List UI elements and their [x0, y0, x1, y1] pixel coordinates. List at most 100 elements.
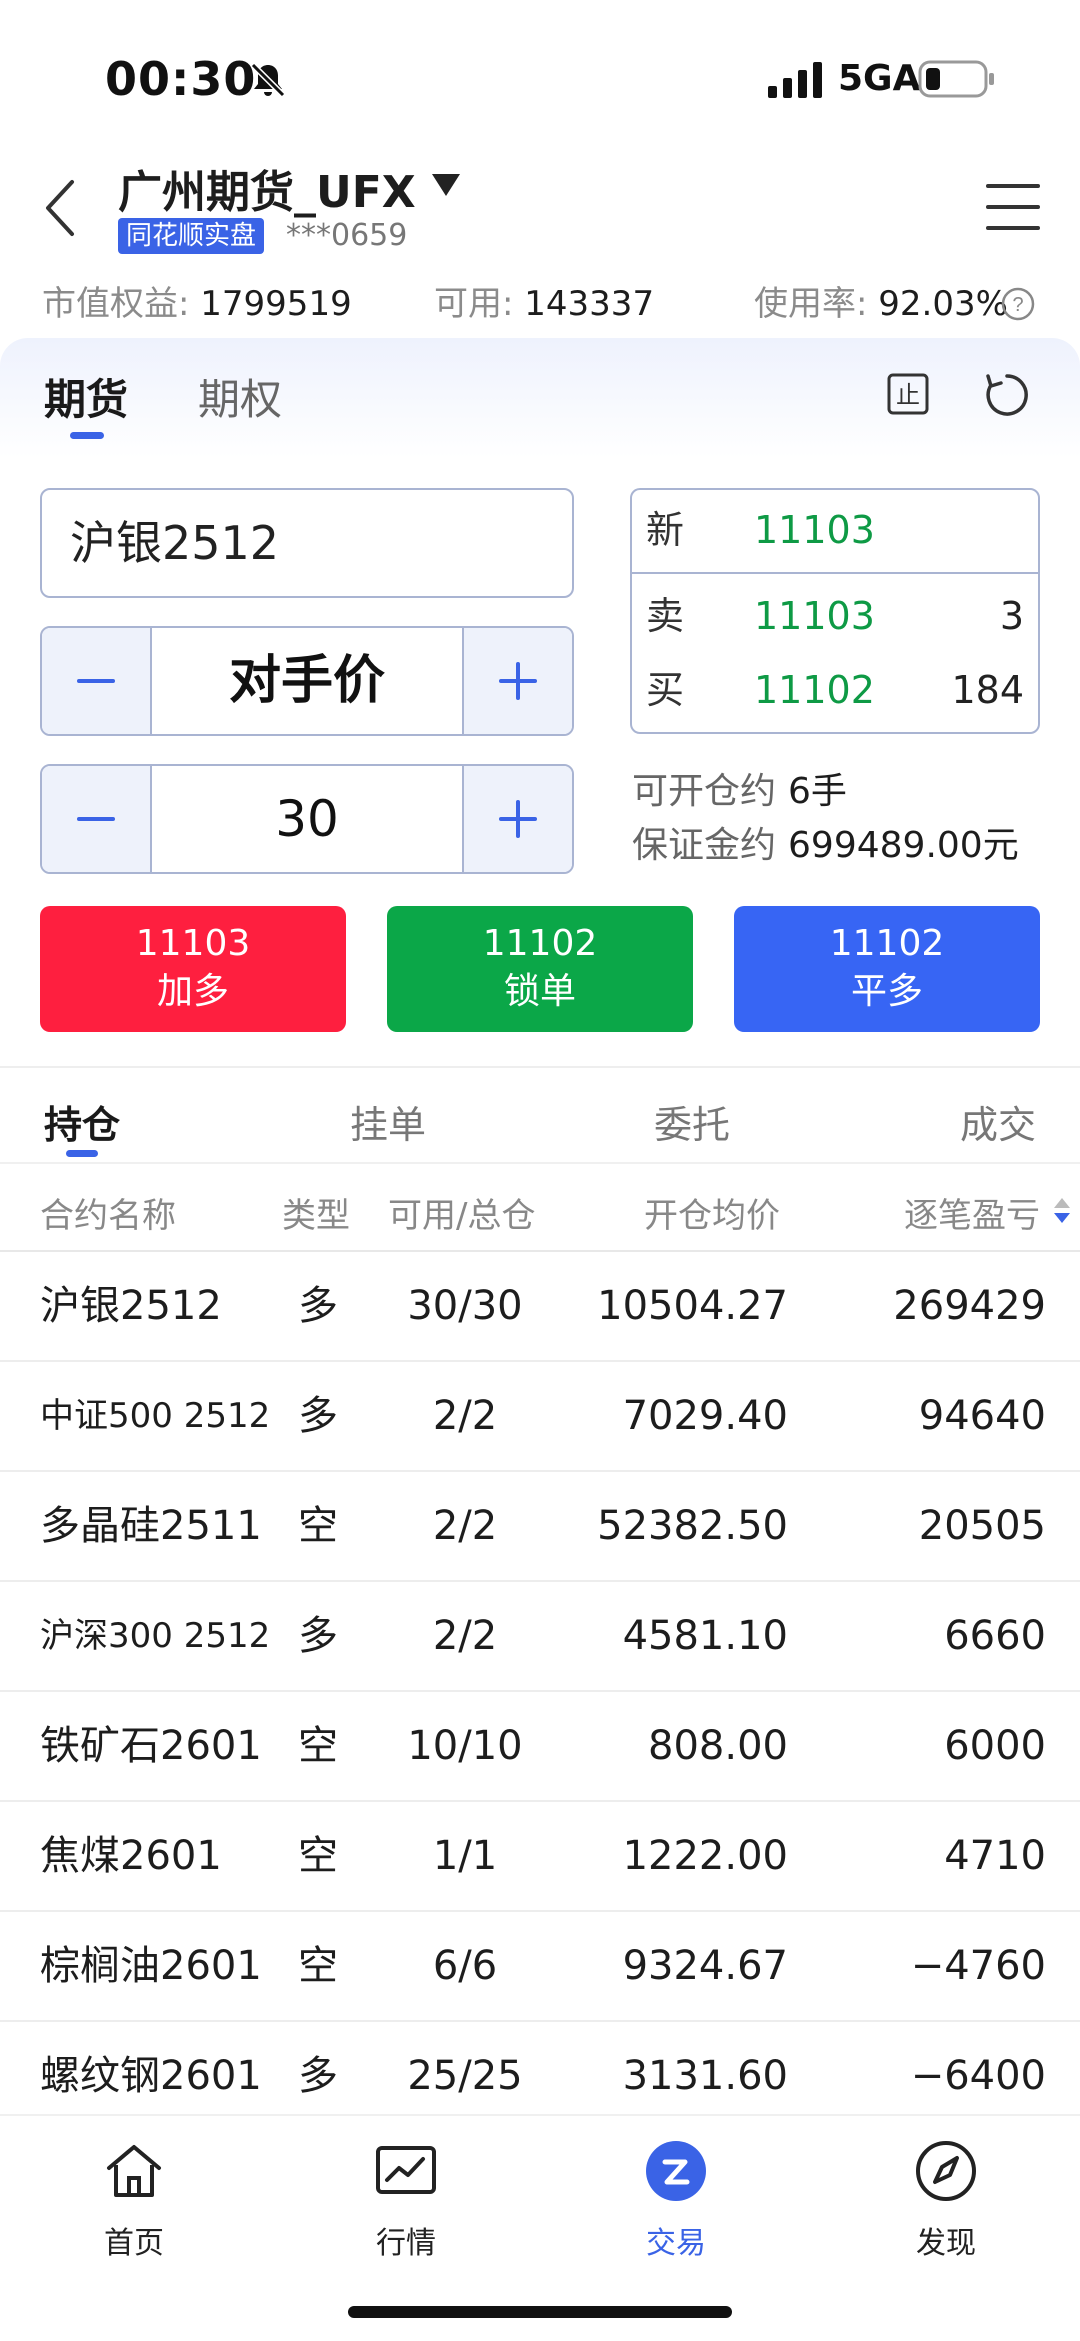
table-row[interactable]: 多晶硅2511 空 2/2 52382.50 20505	[0, 1472, 1080, 1582]
ask-volume: 3	[999, 594, 1024, 638]
trade-pnl: 4710	[944, 1833, 1046, 1879]
minus-icon	[77, 679, 115, 683]
table-row[interactable]: 中证500 2512 多 2/2 7029.40 94640	[0, 1362, 1080, 1472]
available-total: 2/2	[432, 1393, 498, 1439]
col-avg-price: 开仓均价	[644, 1196, 780, 1236]
plus-icon	[499, 800, 537, 838]
table-row[interactable]: 铁矿石2601 空 10/10 808.00 6000	[0, 1692, 1080, 1802]
quantity-value[interactable]: 30	[152, 766, 462, 872]
available-total: 1/1	[432, 1833, 498, 1879]
position-type: 多	[298, 1393, 338, 1439]
open-avg-price: 4581.10	[622, 1613, 788, 1659]
home-indicator	[348, 2306, 732, 2318]
table-row[interactable]: 棕榈油2601 空 6/6 9324.67 −4760	[0, 1912, 1080, 2022]
account-number: ***0659	[286, 218, 408, 253]
quantity-increase-button[interactable]	[462, 766, 572, 872]
available-summary: 可用: 143337	[434, 284, 655, 324]
stop-order-icon[interactable]: 止	[886, 372, 930, 416]
tab-pending[interactable]: 挂单	[350, 1094, 426, 1149]
table-row[interactable]: 沪银2512 多 30/30 10504.27 269429	[0, 1252, 1080, 1362]
available-total: 30/30	[407, 1283, 523, 1329]
back-icon[interactable]	[40, 178, 80, 238]
section-divider	[0, 1066, 1080, 1068]
quantity-stepper: 30	[40, 764, 574, 874]
available-total: 2/2	[432, 1503, 498, 1549]
contract-name: 沪银2512	[40, 1283, 222, 1329]
position-tab-indicator	[66, 1150, 98, 1157]
signal-icon	[768, 62, 822, 98]
contract-name: 中证500 2512	[40, 1396, 271, 1436]
contract-name: 铁矿石2601	[40, 1723, 262, 1769]
tab-options[interactable]: 期权	[198, 366, 282, 427]
bell-muted-icon	[250, 62, 286, 98]
open-avg-price: 9324.67	[622, 1943, 788, 1989]
contract-name: 多晶硅2511	[40, 1503, 262, 1549]
nav-discover[interactable]: 发现	[856, 2138, 1036, 2262]
tab-trades[interactable]: 成交	[960, 1094, 1036, 1149]
contract-name: 沪深300 2512	[40, 1616, 271, 1656]
caret-down-icon[interactable]	[430, 172, 462, 198]
col-type: 类型	[282, 1196, 350, 1236]
trade-pnl: −4760	[910, 1943, 1046, 1989]
position-type: 空	[298, 1943, 338, 1989]
help-icon[interactable]: ?	[1000, 286, 1036, 322]
trade-pnl: 20505	[918, 1503, 1046, 1549]
trade-pnl: 269429	[893, 1283, 1046, 1329]
table-row[interactable]: 沪深300 2512 多 2/2 4581.10 6660	[0, 1582, 1080, 1692]
position-type: 空	[298, 1833, 338, 1879]
real-account-badge: 同花顺实盘	[118, 218, 265, 254]
compass-icon	[916, 2141, 976, 2201]
add-long-button[interactable]: 11103 加多	[40, 906, 346, 1032]
contract-input[interactable]: 沪银2512	[40, 488, 574, 598]
usage-value: 92.03%	[878, 284, 1008, 324]
margin-info: 保证金约 699489.00元	[632, 825, 1019, 866]
available-total: 6/6	[432, 1943, 498, 1989]
open-avg-price: 1222.00	[622, 1833, 788, 1879]
trade-pnl: 6660	[944, 1613, 1046, 1659]
battery-icon	[918, 60, 994, 98]
menu-icon[interactable]	[986, 182, 1040, 232]
tab-futures[interactable]: 期货	[44, 366, 128, 427]
col-pnl[interactable]: 逐笔盈亏	[904, 1188, 1040, 1237]
quote-last-row: 新 11103	[646, 500, 1024, 560]
ask-price: 11103	[754, 594, 875, 638]
tab-active-indicator	[70, 432, 104, 439]
nav-home[interactable]: 首页	[44, 2138, 224, 2262]
close-long-button[interactable]: 11102 平多	[734, 906, 1040, 1032]
quantity-decrease-button[interactable]	[42, 766, 152, 872]
network-label: 5GA	[838, 58, 921, 99]
nav-trade[interactable]: 交易	[586, 2138, 766, 2262]
tab-positions[interactable]: 持仓	[44, 1094, 120, 1149]
minus-icon	[77, 817, 115, 821]
available-total: 10/10	[407, 1723, 523, 1769]
position-type: 多	[298, 1283, 338, 1329]
plus-icon	[499, 662, 537, 700]
quote-panel[interactable]: 新 11103 卖 11103 3 买 11102 184	[630, 488, 1040, 734]
last-price: 11103	[754, 508, 875, 552]
tabs-divider	[0, 1162, 1080, 1164]
position-type: 空	[298, 1503, 338, 1549]
bid-price: 11102	[754, 668, 875, 712]
trade-pnl: 6000	[944, 1723, 1046, 1769]
table-row[interactable]: 焦煤2601 空 1/1 1222.00 4710	[0, 1802, 1080, 1912]
price-mode-value[interactable]: 对手价	[152, 628, 462, 734]
nav-market[interactable]: 行情	[316, 2138, 496, 2262]
price-increase-button[interactable]	[462, 628, 572, 734]
open-avg-price: 52382.50	[597, 1503, 788, 1549]
sort-icon[interactable]	[1052, 1196, 1072, 1226]
available-value: 143337	[524, 284, 655, 324]
account-title[interactable]: 广州期货_UFX	[118, 156, 416, 220]
equity-value: 1799519	[200, 284, 352, 324]
quote-bid-row: 买 11102 184	[646, 660, 1024, 720]
available-total: 2/2	[432, 1613, 498, 1659]
equity-summary: 市值权益: 1799519	[42, 284, 352, 324]
svg-text:止: 止	[896, 381, 920, 409]
lock-button[interactable]: 11102 锁单	[387, 906, 693, 1032]
openable-value: 6手	[788, 771, 847, 812]
position-type: 多	[298, 1613, 338, 1659]
tab-orders[interactable]: 委托	[654, 1094, 730, 1149]
col-contract: 合约名称	[40, 1196, 176, 1236]
price-decrease-button[interactable]	[42, 628, 152, 734]
chart-icon	[376, 2146, 436, 2194]
refresh-icon[interactable]	[982, 370, 1032, 420]
